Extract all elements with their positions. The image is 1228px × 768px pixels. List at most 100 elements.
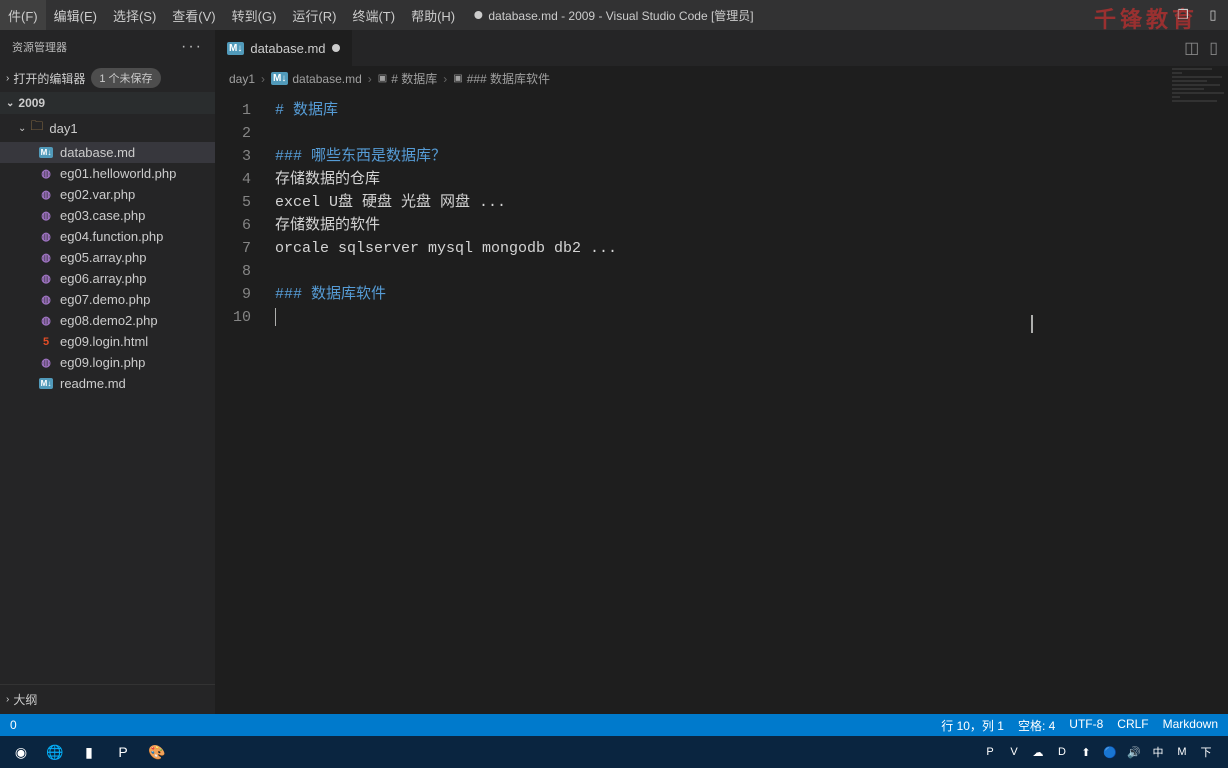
markdown-icon: M↓ [227,42,244,55]
php-icon: ◍ [38,356,54,369]
tray-icon[interactable]: 下 [1198,744,1214,760]
php-icon: ◍ [38,293,54,306]
file-item[interactable]: ◍ eg03.case.php [0,205,215,226]
chevron-down-icon: ⌄ [6,98,14,109]
file-item[interactable]: ◍ eg09.login.php [0,352,215,373]
tab-database-md[interactable]: M↓ database.md [215,30,353,66]
file-name: readme.md [60,376,126,391]
line-numbers: 12345678910 [215,91,265,714]
menu-item[interactable]: 编辑(E) [46,0,105,30]
file-item[interactable]: ◍ eg07.demo.php [0,289,215,310]
more-tab-actions-icon[interactable]: ▯ [1209,38,1218,58]
statusbar-item[interactable]: 行 10，列 1 [941,717,1004,734]
heading-icon: ▣ [378,73,387,84]
taskbar-app[interactable]: 🎨 [140,738,174,766]
breadcrumb[interactable]: day1› M↓ database.md› ▣ # 数据库› ▣ ### 数据库… [215,66,1228,91]
file-name: eg09.login.html [60,334,148,349]
markdown-icon: M↓ [38,378,54,389]
php-icon: ◍ [38,272,54,285]
outline-section[interactable]: › 大纲 [0,684,215,714]
file-item[interactable]: 5eg09.login.html [0,331,215,352]
code-editor[interactable]: 12345678910 # 数据库 ### 哪些东西是数据库？存储数据的仓库ex… [215,91,1228,714]
split-editor-icon[interactable]: ◫ [1184,38,1199,58]
statusbar-item[interactable]: Markdown [1163,717,1218,734]
text-cursor-icon [1031,315,1033,333]
chevron-right-icon: › [6,73,9,84]
tray-icon[interactable]: ☁ [1030,744,1046,760]
statusbar-item[interactable]: 空格: 4 [1018,717,1055,734]
close-icon[interactable]: ▯ [1198,0,1228,30]
file-name: eg03.case.php [60,208,145,223]
tray-icon[interactable]: 🔊 [1126,744,1142,760]
chevron-down-icon: ⌄ [18,123,26,134]
tray-icon[interactable]: 中 [1150,744,1166,760]
taskbar-app[interactable]: 🌐 [38,738,72,766]
statusbar-item[interactable]: CRLF [1117,717,1148,734]
file-name: database.md [60,145,135,160]
php-icon: ◍ [38,188,54,201]
file-item[interactable]: ◍ eg01.helloworld.php [0,163,215,184]
statusbar-item[interactable]: UTF-8 [1069,717,1103,734]
php-icon: ◍ [38,314,54,327]
statusbar-item[interactable]: 0 [10,718,17,732]
folder-day1[interactable]: ⌄ 🗀 day1 [0,114,215,142]
tray-icon[interactable]: V [1006,744,1022,760]
dirty-indicator-icon [474,11,482,19]
editor-area: M↓ database.md ◫ ▯ day1› M↓ database.md›… [215,30,1228,714]
restore-icon[interactable]: ❐ [1168,0,1198,30]
statusbar: 0 行 10，列 1 空格: 4 UTF-8 CRLF Markdown [0,714,1228,736]
tray-icon[interactable]: 🔵 [1102,744,1118,760]
markdown-icon: M↓ [271,72,288,85]
file-item[interactable]: ◍ eg05.array.php [0,247,215,268]
file-item[interactable]: ◍ eg04.function.php [0,226,215,247]
tray-icon[interactable]: M [1174,744,1190,760]
taskbar-app[interactable]: ◉ [4,738,38,766]
php-icon: ◍ [38,209,54,222]
taskbar-app[interactable]: ▮ [72,738,106,766]
menu-item[interactable]: 件(F) [0,0,46,30]
tab-bar: M↓ database.md ◫ ▯ [215,30,1228,66]
file-item[interactable]: ◍ eg06.array.php [0,268,215,289]
file-name: eg06.array.php [60,271,147,286]
menu-item[interactable]: 转到(G) [224,0,285,30]
dirty-dot-icon [332,44,340,52]
minimap[interactable] [1168,66,1228,186]
php-icon: ◍ [38,167,54,180]
taskbar: ◉🌐▮P🎨 PV☁D⬆🔵🔊中M下 [0,736,1228,768]
file-name: eg09.login.php [60,355,145,370]
php-icon: ◍ [38,230,54,243]
file-name: eg02.var.php [60,187,135,202]
php-icon: ◍ [38,251,54,264]
file-name: eg04.function.php [60,229,163,244]
tray-icon[interactable]: ⬆ [1078,744,1094,760]
code-content[interactable]: # 数据库 ### 哪些东西是数据库？存储数据的仓库excel U盘 硬盘 光盘… [265,91,1228,714]
more-actions-icon[interactable]: ··· [181,38,203,56]
menubar: 件(F)编辑(E)选择(S)查看(V)转到(G)运行(R)终端(T)帮助(H) … [0,0,1228,30]
file-name: eg05.array.php [60,250,147,265]
menu-item[interactable]: 运行(R) [284,0,344,30]
markdown-icon: M↓ [38,147,54,158]
menu-item[interactable]: 帮助(H) [403,0,463,30]
chevron-right-icon: › [6,694,9,705]
menu-item[interactable]: 查看(V) [164,0,223,30]
unsaved-badge: 1 个未保存 [91,68,160,88]
file-item[interactable]: ◍ eg02.var.php [0,184,215,205]
file-item[interactable]: M↓ database.md [0,142,215,163]
file-name: eg07.demo.php [60,292,150,307]
workspace-header[interactable]: ⌄ 2009 [0,92,215,114]
window-title: database.md - 2009 - Visual Studio Code … [474,7,753,24]
file-item[interactable]: M↓ readme.md [0,373,215,394]
open-editors-section[interactable]: › 打开的编辑器 1 个未保存 [0,64,215,92]
file-item[interactable]: ◍eg08.demo2.php [0,310,215,331]
file-tree: ⌄ 🗀 day1 M↓ database.md ◍ eg01.helloworld.p… [0,114,215,394]
file-name: eg01.helloworld.php [60,166,176,181]
folder-icon: 🗀 [30,117,43,139]
tray-icon[interactable]: D [1054,744,1070,760]
explorer-header: 资源管理器 ··· [0,30,215,64]
heading-icon: ▣ [453,73,462,84]
taskbar-app[interactable]: P [106,738,140,766]
tray-icon[interactable]: P [982,744,998,760]
sidebar: 资源管理器 ··· › 打开的编辑器 1 个未保存 ⌄ 2009 ⌄ 🗀 day… [0,30,215,714]
menu-item[interactable]: 选择(S) [105,0,164,30]
menu-item[interactable]: 终端(T) [344,0,403,30]
